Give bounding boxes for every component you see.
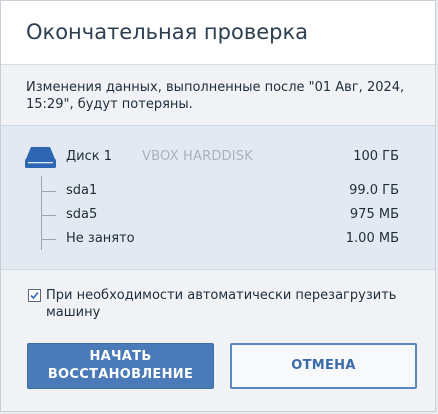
- data-loss-warning: Изменения данных, выполненные после "01 …: [26, 80, 405, 112]
- partition-size: 99.0 ГБ: [349, 183, 399, 198]
- start-recovery-button[interactable]: НАЧАТЬ ВОССТАНОВЛЕНИЕ: [27, 343, 214, 389]
- dialog-header: Окончательная проверка: [1, 1, 435, 65]
- partition-row: sda5 975 МБ: [1, 204, 435, 226]
- disk-model: VBOX HARDDISK: [142, 149, 253, 164]
- partition-row: Не занято 1.00 МБ: [1, 228, 435, 250]
- start-recovery-label: НАЧАТЬ ВОССТАНОВЛЕНИЕ: [47, 349, 194, 382]
- cancel-button[interactable]: ОТМЕНА: [230, 343, 417, 389]
- hard-disk-icon: [25, 147, 56, 168]
- auto-reboot-label[interactable]: При необходимости автоматически перезагр…: [46, 287, 416, 321]
- tree-connector: [41, 239, 56, 240]
- partition-label: sda5: [66, 207, 98, 222]
- cancel-label: ОТМЕНА: [291, 358, 356, 373]
- disk-summary-panel: Диск 1 VBOX HARDDISK 100 ГБ sda1 99.0 ГБ…: [1, 125, 435, 270]
- tree-connector: [41, 215, 56, 216]
- partition-size: 1.00 МБ: [345, 231, 399, 246]
- dialog-content: Изменения данных, выполненные после "01 …: [1, 65, 435, 411]
- tree-connector: [41, 191, 56, 192]
- auto-reboot-checkbox[interactable]: [28, 289, 41, 302]
- disk-size: 100 ГБ: [353, 149, 399, 164]
- disk-name: Диск 1: [66, 149, 113, 164]
- partition-label: sda1: [66, 183, 98, 198]
- disk-row: Диск 1 VBOX HARDDISK 100 ГБ: [1, 146, 435, 168]
- partition-size: 975 МБ: [349, 207, 399, 222]
- dialog-title: Окончательная проверка: [26, 20, 309, 44]
- partition-label: Не занято: [66, 231, 135, 246]
- final-review-dialog: Окончательная проверка Изменения данных,…: [0, 0, 436, 412]
- checkmark-icon: [30, 291, 39, 300]
- partition-row: sda1 99.0 ГБ: [1, 180, 435, 202]
